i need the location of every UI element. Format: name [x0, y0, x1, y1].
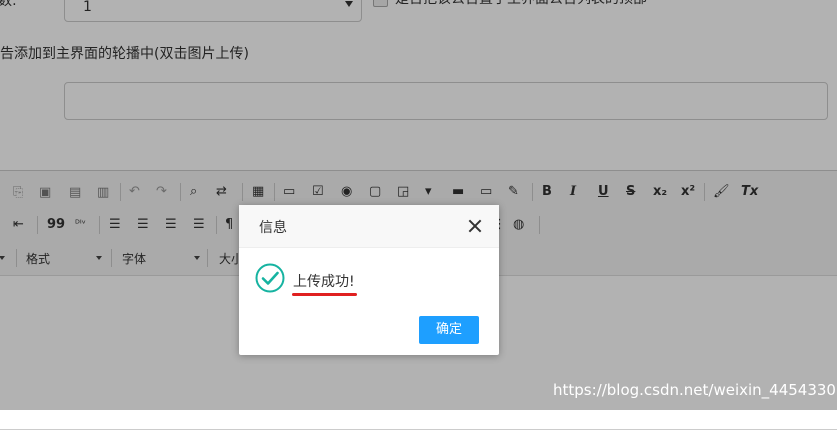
dialog-message: 上传成功! [293, 274, 355, 290]
annotation-underline [292, 293, 357, 296]
info-dialog: 信息 上传成功! 确定 [239, 205, 499, 355]
confirm-button[interactable]: 确定 [419, 316, 479, 344]
watermark: https://blog.csdn.net/weixin_44543307 [553, 381, 837, 399]
dialog-title: 信息 [259, 220, 287, 236]
close-icon[interactable] [467, 218, 483, 234]
success-check-icon [255, 263, 285, 293]
dialog-header: 信息 [239, 205, 499, 248]
